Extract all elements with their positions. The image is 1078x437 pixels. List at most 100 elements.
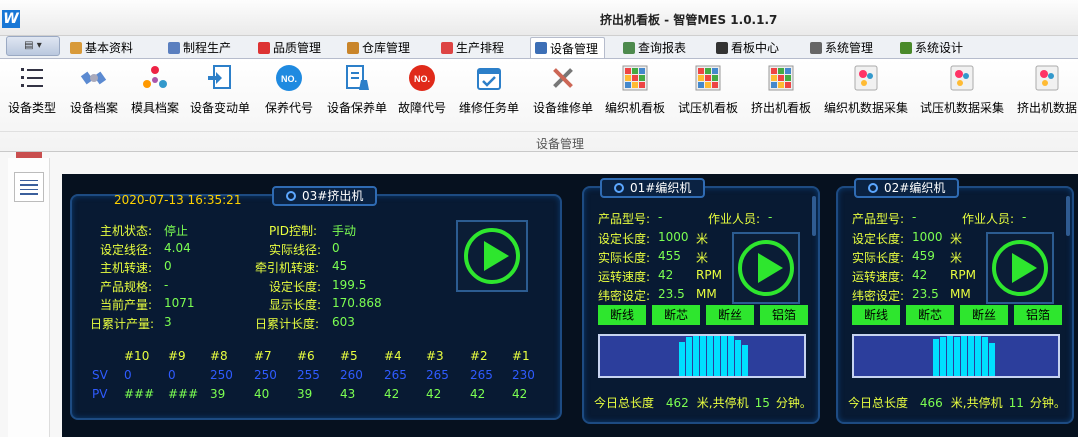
ribbon-button-label: 模具档案	[131, 101, 180, 115]
datetime: 2020-07-13 16:35:21	[114, 193, 242, 207]
extruder-left-value: 1071	[164, 296, 195, 310]
operator-label: 作业人员:	[962, 212, 1015, 226]
tab-diamond[interactable]: 品质管理	[254, 37, 327, 58]
schedule-icon	[441, 41, 453, 54]
ribbon-button-13[interactable]: 编织机数据采集	[824, 61, 908, 119]
zone-sv-value: 265	[426, 368, 449, 382]
ribbon-button-14[interactable]: 试压机数据采集	[920, 61, 1004, 119]
tab-report[interactable]: 查询报表	[619, 37, 692, 58]
ribbon-group-label: 设备管理	[535, 137, 584, 151]
braider-row-unit: MM	[696, 287, 717, 301]
braider-row-label: 运转速度:	[598, 270, 651, 284]
ribbon-button-7[interactable]: NO. 故障代号	[398, 61, 446, 119]
histogram-bar	[968, 336, 974, 376]
ribbon-button-15[interactable]: 挤出机数据	[1017, 61, 1077, 119]
histogram-bar	[679, 342, 685, 376]
panel-scrollbar[interactable]	[812, 196, 816, 236]
app-menu-button[interactable]: ▤ ▾	[6, 36, 60, 56]
extruder-left-label: 主机转速:	[100, 261, 153, 275]
fault-indicator-2: 断芯	[906, 305, 954, 325]
zone-header: #6	[297, 349, 315, 363]
fault-indicator-2: 断芯	[652, 305, 700, 325]
tab-schedule[interactable]: 生产排程	[437, 37, 510, 58]
braider-footer: 今日总长度 462 米,共停机 15 分钟。	[594, 394, 812, 411]
ribbon-button-12[interactable]: 挤出机看板	[751, 61, 811, 119]
grid-board-icon	[618, 61, 652, 95]
ribbon-button-label: 维修任务单	[459, 101, 520, 115]
tab-design[interactable]: 系统设计	[896, 37, 969, 58]
app-logo[interactable]: W	[2, 10, 20, 28]
play-icon	[738, 240, 794, 296]
pv-label: PV	[92, 387, 108, 401]
histogram-bar	[982, 337, 988, 376]
histogram-bar	[735, 340, 741, 376]
extruder-right-label: 牵引机转速:	[255, 261, 320, 275]
ribbon-button-4[interactable]: 设备变动单	[190, 61, 250, 119]
extruder-left-value: 3	[164, 314, 172, 329]
ribbon-button-3[interactable]: 模具档案	[131, 61, 179, 119]
tab-box[interactable]: 仓库管理	[343, 37, 416, 58]
footer-text: 分钟。	[1029, 396, 1066, 410]
extruder-right-label: 设定长度:	[269, 279, 322, 294]
ribbon-button-label: 设备保养单	[327, 101, 388, 115]
tab-gear[interactable]: 系统管理	[806, 37, 879, 58]
braider-row-unit: 米	[696, 232, 709, 246]
ribbon-button-8[interactable]: 维修任务单	[459, 61, 519, 119]
zone-header: #9	[168, 349, 186, 363]
ribbon-button-label: 试压机看板	[678, 101, 739, 115]
product-label: 产品型号:	[598, 212, 651, 226]
no-blue-icon: NO.	[272, 61, 306, 95]
tab-label: 看板中心	[731, 41, 780, 55]
braider-row-value: 1000	[658, 230, 689, 244]
fault-indicator-3: 断丝	[960, 305, 1008, 325]
tab-process[interactable]: 制程生产	[164, 37, 237, 58]
zone-sv-value: 265	[384, 368, 407, 382]
extruder-right-label: PID控制:	[269, 224, 318, 238]
ribbon-button-2[interactable]: 设备档案	[70, 61, 118, 119]
braider-title: 02#编织机	[854, 178, 960, 198]
braider-row-unit: 米	[696, 251, 709, 265]
extruder-right-value: 170.868	[332, 296, 382, 310]
zone-header: #7	[254, 349, 272, 363]
braider-row-unit: 米	[950, 232, 963, 246]
zone-pv-value: 42	[426, 387, 442, 401]
data-collect-icon	[1030, 61, 1064, 95]
ribbon-button-label: 挤出机看板	[751, 101, 812, 115]
ribbon-button-9[interactable]: 设备维修单	[533, 61, 593, 119]
histogram-bar	[940, 337, 946, 376]
zone-sv-value: 230	[512, 368, 535, 382]
ribbon-button-10[interactable]: 编织机看板	[605, 61, 665, 119]
fault-indicator-1: 断线	[852, 305, 900, 325]
braider-row-unit: 米	[950, 251, 963, 265]
braider-row-unit: RPM	[696, 268, 722, 282]
menu-list-icon[interactable]	[14, 172, 44, 202]
ribbon-button-5[interactable]: NO. 保养代号	[265, 61, 313, 119]
tab-label: 基本资料	[85, 41, 134, 55]
zone-sv-value: 250	[254, 368, 277, 382]
tab-label: 系统设计	[915, 41, 964, 55]
braider-row-label: 纬密设定:	[598, 289, 651, 303]
ribbon-button-6[interactable]: 设备保养单	[327, 61, 387, 119]
extruder-title-text: 03#挤出机	[302, 189, 364, 203]
length-histogram	[598, 334, 806, 378]
zone-pv-value: 42	[384, 387, 400, 401]
extruder-right-label: 日累计长度:	[255, 316, 320, 331]
tab-monitor[interactable]: 看板中心	[712, 37, 785, 58]
extruder-right-label: 显示长度:	[269, 298, 322, 312]
side-panel	[8, 158, 50, 437]
extruder-panel: 2020-07-13 16:35:21 03#挤出机 主机状态: 停止 设定线径: 4…	[70, 186, 562, 420]
panel-scrollbar[interactable]	[1066, 196, 1070, 236]
extruder-left-label: 设定线径:	[100, 242, 153, 257]
zone-pv-value: 39	[297, 387, 313, 401]
dashboard-board: 2020-07-13 16:35:21 03#挤出机 主机状态: 停止 设定线径: 4…	[62, 174, 1078, 437]
ribbon-button-11[interactable]: 试压机看板	[678, 61, 738, 119]
histogram-bar	[933, 339, 939, 376]
monitor-icon	[716, 41, 728, 54]
tab-device[interactable]: 设备管理	[530, 37, 606, 58]
tab-label: 生产排程	[456, 41, 505, 55]
report-icon	[623, 41, 635, 54]
braider-title-text: 01#编织机	[630, 181, 692, 195]
ribbon-button-1[interactable]: 设备类型	[8, 61, 56, 119]
histogram-bar	[686, 337, 692, 376]
tab-folder[interactable]: 基本资料	[66, 37, 139, 58]
